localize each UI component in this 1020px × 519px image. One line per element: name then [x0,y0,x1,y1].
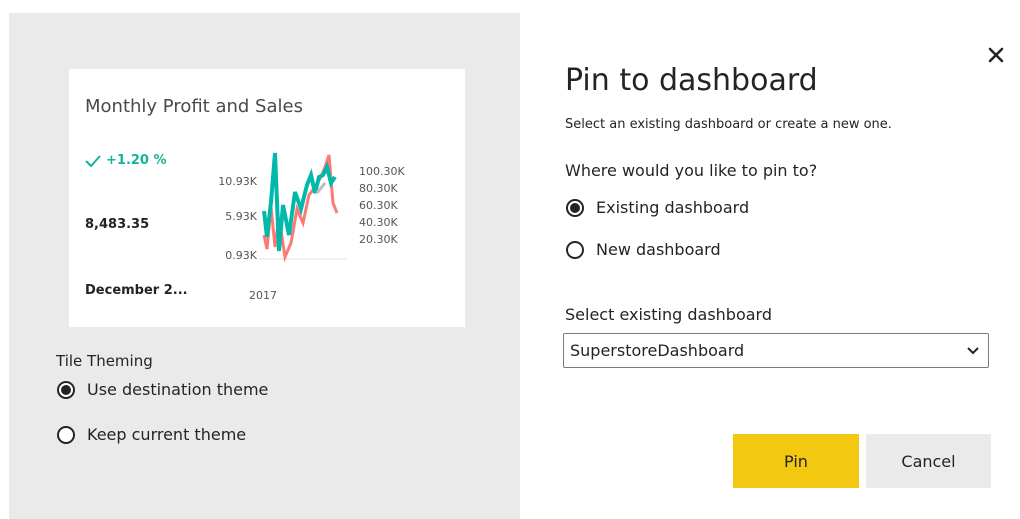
dashboard-select[interactable]: SuperstoreDashboard [563,333,989,368]
new-dashboard-option[interactable]: New dashboard [566,240,721,259]
dialog-subtitle: Select an existing dashboard or create a… [565,117,892,132]
kpi-value: 8,483.35 [85,217,150,232]
existing-dashboard-option[interactable]: Existing dashboard [566,198,749,217]
right-axis-tick: 40.30K [359,216,398,229]
cancel-button[interactable]: Cancel [866,434,991,488]
right-axis-tick: 100.30K [359,165,405,178]
dashboard-select-label: Select existing dashboard [565,305,772,324]
radio-label: Keep current theme [87,425,247,444]
kpi-change-value: +1.20 % [106,153,167,168]
sparkline-chart [259,152,347,263]
tile-title: Monthly Profit and Sales [85,96,303,117]
chevron-down-icon [967,347,979,355]
tile-preview: Monthly Profit and Sales +1.20 % 8,483.3… [69,69,465,327]
tile-theming-heading: Tile Theming [56,352,153,370]
radio-label: New dashboard [596,240,721,259]
close-icon[interactable] [985,44,1007,66]
right-axis-tick: 20.30K [359,233,398,246]
check-icon [85,154,101,167]
left-axis-tick: 10.93K [218,175,257,188]
radio-empty-icon [566,240,584,259]
radio-label: Existing dashboard [596,198,750,217]
keep-current-theme-option[interactable]: Keep current theme [57,425,246,444]
right-axis-tick: 80.30K [359,182,398,195]
left-axis-tick: 0.93K [225,249,257,262]
kpi-date: December 2... [85,283,188,298]
pin-button[interactable]: Pin [733,434,859,488]
dashboard-select-value: SuperstoreDashboard [570,341,745,360]
radio-empty-icon [57,425,75,444]
use-destination-theme-option[interactable]: Use destination theme [57,380,268,399]
radio-selected-icon [566,198,584,217]
x-axis-year: 2017 [249,289,277,302]
dialog-title: Pin to dashboard [565,63,818,98]
pin-location-question: Where would you like to pin to? [565,161,818,180]
right-axis-tick: 60.30K [359,199,398,212]
radio-label: Use destination theme [87,380,269,399]
kpi-change: +1.20 % [85,153,167,168]
left-axis-tick: 5.93K [225,210,257,223]
radio-selected-icon [57,380,75,399]
